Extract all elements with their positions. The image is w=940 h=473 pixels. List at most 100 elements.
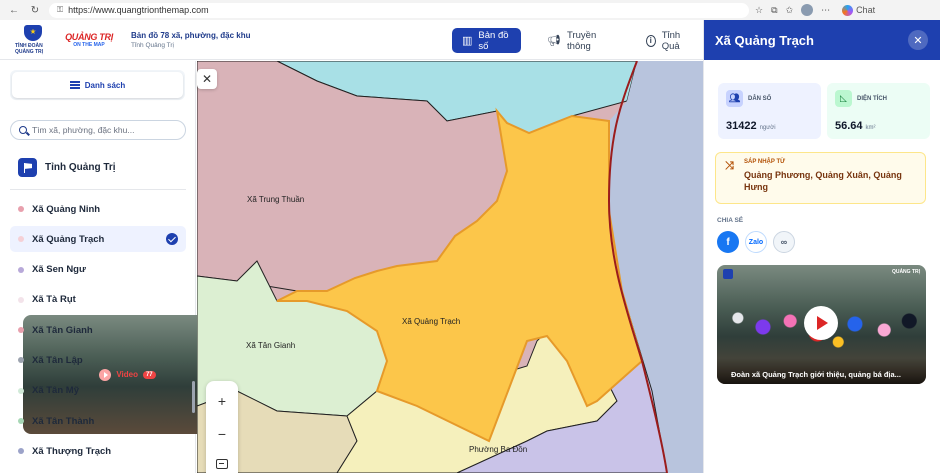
list-item[interactable]: Xã Tân Thành (10, 408, 186, 434)
address-bar[interactable]: ⚿ https://www.quangtrionthemap.com (49, 2, 749, 18)
map-canvas[interactable]: Xã Trung Thuần Xã Quảng Trạch Xã Tân Gia… (197, 61, 703, 473)
browser-toolbar: ← ↻ ⚿ https://www.quangtrionthemap.com ☆… (0, 0, 940, 20)
list-item[interactable]: Xã Sen Ngư (10, 257, 186, 283)
tab-province[interactable]: i Tỉnh Quả (636, 28, 703, 53)
map-label-tan-gianh: Xã Tân Gianh (246, 341, 295, 350)
map-label-ba-don: Phường Ba Đồn (469, 445, 527, 454)
list-item[interactable]: Xã Quảng Ninh (10, 196, 186, 222)
zalo-share-button[interactable]: Zalo (745, 231, 767, 253)
site-subtitle: Tỉnh Quảng Trị (131, 41, 174, 49)
header-tabs: ▥ Bản đồ số 📢︎ Truyền thông i Tỉnh Quả (452, 28, 703, 53)
megaphone-icon: 📢︎ (547, 35, 562, 47)
color-dot (18, 418, 24, 425)
panel-header: Xã Quảng Trạch ✕ (704, 20, 940, 60)
list-item[interactable]: Xã Tân Gianh (10, 317, 186, 343)
map-svg: Xã Trung Thuần Xã Quảng Trạch Xã Tân Gia… (197, 61, 703, 473)
close-panel-button[interactable]: ✕ (908, 30, 928, 50)
youth-union-emblem-icon (723, 269, 733, 279)
search-box (10, 120, 186, 140)
video-thumbnail[interactable]: QUẢNG TRỊ Đoàn xã Quảng Trạch giới thiệu… (717, 265, 926, 384)
chat-button[interactable]: Chat (842, 4, 875, 16)
zoom-out-button[interactable]: − (218, 426, 226, 442)
link-icon: ∞ (780, 237, 788, 247)
extensions-icon[interactable]: ⧉ (771, 5, 777, 16)
color-dot (18, 448, 24, 455)
copilot-icon (842, 4, 854, 16)
star-icon[interactable]: ☆ (755, 5, 763, 16)
close-icon: ✕ (201, 72, 213, 86)
merged-from-card: ⤨ SÁP NHẬP TỪ Quảng Phương, Quảng Xuân, … (715, 152, 926, 204)
color-dot (18, 296, 24, 303)
detail-panel: Xã Quảng Trạch ✕ 👥︎ DÂN SỐ 31422 người ◺ DI… (703, 20, 940, 473)
header-titles: Bản đồ 78 xã, phường, đặc khu Tỉnh Quảng… (131, 31, 251, 49)
zoom-controls: + − (206, 381, 238, 473)
close-map-button[interactable]: ✕ (197, 69, 217, 89)
map-label-quang-trach: Xã Quảng Trạch (402, 317, 460, 326)
sidebar-tabs: Danh sách Video 77 (10, 70, 232, 434)
brand-main: QUẢNG TRỊ (65, 31, 113, 42)
reload-icon[interactable]: ↻ (29, 5, 41, 16)
search-icon (19, 126, 27, 134)
youth-union-logo[interactable]: TỈNH ĐOÀN QUẢNG TRỊ (15, 24, 51, 55)
check-icon (166, 233, 178, 246)
sidebar-scrollbar[interactable] (192, 381, 195, 413)
population-card: 👥︎ DÂN SỐ 31422 người (718, 83, 821, 139)
browser-tools: ☆ ⧉ ✩ ⋯ Chat (755, 4, 875, 16)
area-icon: ◺ (835, 90, 852, 107)
flag-icon (18, 158, 37, 177)
tab-digital-map[interactable]: ▥ Bản đồ số (452, 28, 522, 53)
search-input[interactable] (32, 125, 172, 135)
copy-link-button[interactable]: ∞ (773, 231, 795, 253)
zoom-in-button[interactable]: + (218, 393, 226, 409)
more-icon[interactable]: ⋯ (821, 5, 830, 16)
video-brand: QUẢNG TRỊ (891, 269, 920, 275)
play-button[interactable] (804, 306, 838, 340)
brand-logo[interactable]: QUẢNG TRỊ ON THE MAP (61, 27, 117, 53)
commune-list: Xã Quảng Ninh Xã Quảng Trạch Xã Sen Ngư … (10, 196, 186, 469)
list-item[interactable]: Xã Thượng Trạch (10, 438, 186, 464)
url-text: https://www.quangtrionthemap.com (68, 5, 209, 15)
web-page: TỈNH ĐOÀN QUẢNG TRỊ QUẢNG TRỊ ON THE MAP… (0, 20, 940, 473)
back-icon[interactable]: ← (8, 5, 20, 16)
color-dot (18, 327, 24, 334)
list-icon (69, 81, 80, 89)
tab-list[interactable]: Danh sách (12, 72, 183, 98)
tab-media[interactable]: 📢︎ Truyền thông (537, 28, 620, 53)
list-item[interactable]: Xã Tân Mỹ (10, 378, 186, 404)
area-card: ◺ DIỆN TÍCH 56.64 km² (827, 83, 930, 139)
browser-nav: ← ↻ (8, 5, 41, 16)
favorites-icon[interactable]: ✩ (786, 5, 794, 16)
merge-icon: ⤨ (725, 160, 734, 172)
color-dot (18, 206, 24, 212)
province-link[interactable]: Tỉnh Quảng Trị (18, 158, 116, 177)
map-label-trung-thuan: Xã Trung Thuần (247, 195, 304, 204)
population-value: 31422 (726, 120, 757, 132)
close-icon: ✕ (913, 34, 923, 47)
brand-sub: ON THE MAP (73, 41, 105, 48)
fit-bounds-icon[interactable] (216, 458, 228, 469)
site-info-icon[interactable]: ⚿ (57, 5, 63, 15)
share-label: CHIA SẺ (717, 217, 744, 224)
color-dot (18, 266, 24, 273)
color-dot (18, 387, 24, 394)
share-buttons: f Zalo ∞ (717, 231, 795, 253)
facebook-icon: f (726, 236, 730, 248)
youth-union-emblem-icon (24, 24, 42, 41)
logo-caption: TỈNH ĐOÀN QUẢNG TRỊ (15, 42, 44, 55)
list-item-selected[interactable]: Xã Quảng Trạch (10, 226, 186, 253)
video-caption: Đoàn xã Quảng Trạch giới thiệu, quảng bá… (717, 358, 926, 384)
area-value: 56.64 (835, 120, 863, 132)
list-item[interactable]: Xã Tân Lập (10, 347, 186, 373)
stats-row: 👥︎ DÂN SỐ 31422 người ◺ DIỆN TÍCH 56.64 km² (718, 83, 930, 139)
list-item[interactable]: Xã Tà Rụt (10, 287, 186, 313)
sidebar: Danh sách Video 77 Tỉnh Quảng Trị Xã Quả… (0, 61, 232, 473)
people-icon: 👥︎ (726, 90, 743, 107)
site-title: Bản đồ 78 xã, phường, đặc khu (131, 30, 251, 40)
map-icon: ▥ (462, 35, 473, 47)
merge-value: Quảng Phương, Quảng Xuân, Quảng Hưng (744, 170, 902, 192)
divider (10, 189, 186, 190)
profile-avatar[interactable] (801, 4, 814, 16)
info-icon: i (645, 34, 656, 47)
facebook-share-button[interactable]: f (717, 231, 739, 253)
color-dot (18, 357, 24, 364)
